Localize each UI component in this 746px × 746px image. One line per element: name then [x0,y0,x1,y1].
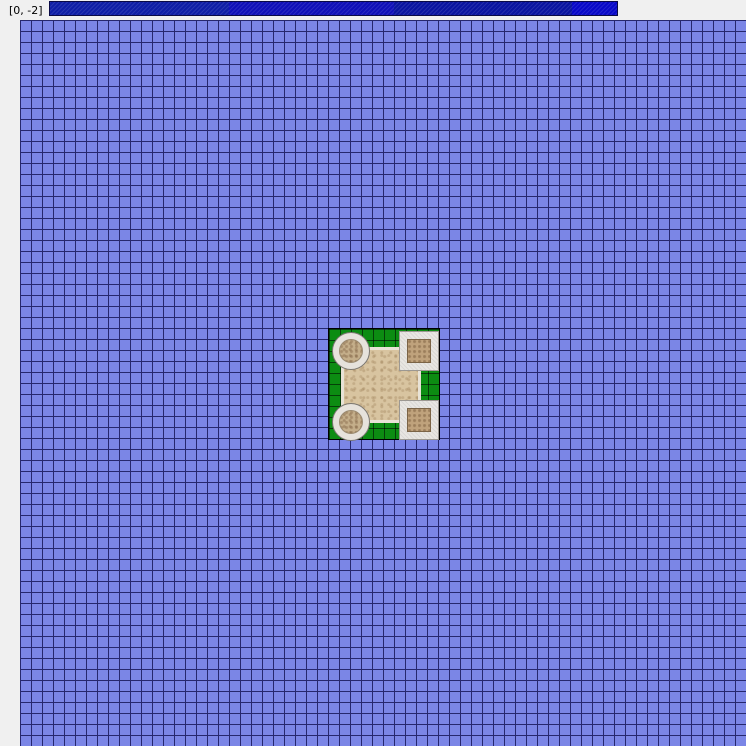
square-block-icon[interactable] [399,331,439,371]
square-block-icon[interactable] [399,400,439,440]
castle-base-icon[interactable] [328,328,440,441]
progress-segment [50,2,229,15]
game-window: [0, -2] [0,0,746,746]
round-tower-icon[interactable] [332,332,370,370]
round-tower-icon[interactable] [332,403,370,441]
progress-segment [229,2,394,15]
progress-segment [394,2,572,15]
progress-bar [49,1,618,16]
coordinate-readout: [0, -2] [9,4,43,17]
map-grid[interactable] [20,20,746,746]
progress-segment [572,2,617,15]
